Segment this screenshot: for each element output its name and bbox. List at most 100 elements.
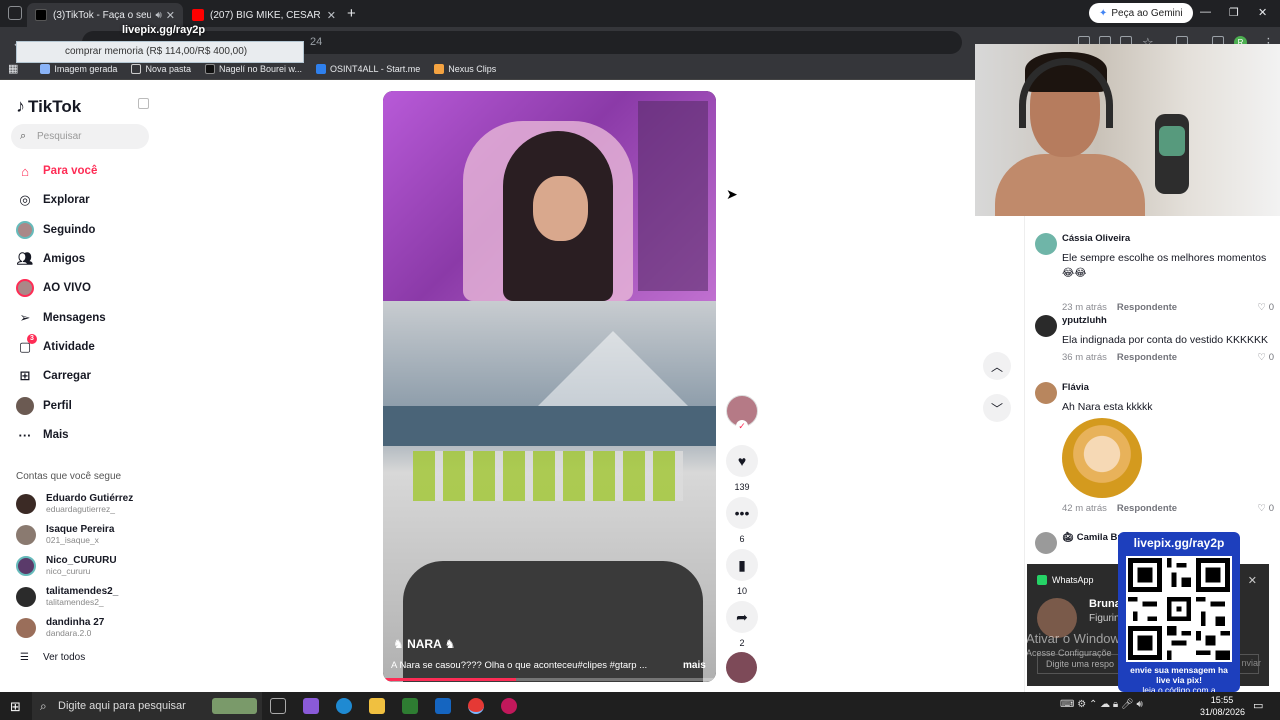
url-text: 24 — [310, 36, 323, 48]
followed-account[interactable]: talitamendes2_ talitamendes2_ — [16, 583, 118, 611]
avatar[interactable] — [1035, 382, 1057, 404]
apps-grid-icon[interactable]: ▦ — [8, 62, 18, 75]
close-window-icon[interactable]: ✕ — [1258, 6, 1267, 19]
bookmark-item[interactable]: Imagem gerada — [40, 63, 117, 74]
sidebar-item-para-voce[interactable]: ⌂ Para você — [16, 160, 97, 182]
restore-icon[interactable]: ❐ — [1229, 6, 1239, 19]
donation-goal-overlay: comprar memoria (R$ 114,00/R$ 400,00) — [16, 41, 304, 63]
file-explorer-icon[interactable] — [369, 698, 385, 714]
bookmark-item[interactable]: Nagelí no Bourei w... — [204, 63, 302, 74]
sidebar-item-amigos[interactable]: 👥︎ Amigos — [16, 248, 85, 270]
search-input[interactable]: ⌕ Pesquisar — [11, 124, 149, 149]
gemini-button[interactable]: ✦ Peça ao Gemini — [1089, 3, 1193, 23]
chrome-icon[interactable] — [468, 698, 484, 714]
obs-icon[interactable] — [501, 698, 517, 714]
avatar — [16, 618, 36, 638]
minimize-icon[interactable]: — — [1200, 6, 1211, 18]
followed-account[interactable]: Isaque Pereira 021_isaque_x — [16, 521, 114, 549]
like-button[interactable]: ♥ 139 — [726, 445, 758, 492]
avatar — [16, 556, 36, 576]
comment-author[interactable]: Cássia Oliveira — [1062, 233, 1130, 244]
avatar[interactable] — [1035, 532, 1057, 554]
bookmark-item[interactable]: OSINT4ALL - Start.me — [316, 63, 420, 74]
previous-video-button[interactable]: ︿ — [983, 352, 1011, 380]
edge-icon[interactable] — [336, 698, 352, 714]
outlook-icon[interactable] — [435, 698, 451, 714]
task-view-icon[interactable] — [270, 698, 286, 714]
avatar[interactable] — [1035, 315, 1057, 337]
close-tab-icon[interactable]: ✕ — [327, 9, 336, 22]
comment-meta: 23 m atrás Respondente ♡ 0 — [1062, 302, 1274, 313]
avatar[interactable] — [1035, 233, 1057, 255]
store-icon[interactable] — [402, 698, 418, 714]
close-tab-icon[interactable]: ✕ — [166, 9, 175, 22]
comment-item: Cássia Oliveira Ele sempre escolhe os me… — [1035, 233, 1275, 313]
share-button[interactable]: ➦ 2 — [726, 601, 758, 648]
upload-icon: ⊞ — [19, 368, 31, 383]
send-icon: ➢ — [19, 310, 31, 325]
reply-button[interactable]: Respondente — [1117, 352, 1177, 363]
sidebar-item-mensagens[interactable]: ➢ Mensagens — [16, 307, 106, 329]
save-button[interactable]: ▮ 10 — [726, 549, 758, 596]
comment-like-button[interactable]: ♡ 0 — [1258, 503, 1274, 514]
sidebar-item-mais[interactable]: ··· Mais — [16, 424, 69, 446]
notifications-icon[interactable]: ▭ — [1253, 699, 1263, 712]
windows-start-icon[interactable]: ⊞ — [10, 699, 21, 715]
followed-account[interactable]: Eduardo Gutiérrez eduardagutierrez_ — [16, 490, 133, 518]
sidebar-item-label: Carregar — [43, 370, 91, 382]
comment-button[interactable]: ••• 6 — [726, 497, 758, 544]
sidebar-item-perfil[interactable]: Perfil — [16, 395, 72, 417]
avatar — [16, 494, 36, 514]
reply-button[interactable]: Respondente — [1117, 302, 1177, 313]
sidebar-item-explorar[interactable]: ◎ Explorar — [16, 189, 89, 211]
video-progress-bar[interactable] — [383, 678, 716, 681]
sidebar-item-label: Mais — [43, 429, 69, 441]
followed-check-icon[interactable]: ✓ — [736, 420, 748, 432]
close-notification-icon[interactable]: ✕ — [1248, 574, 1257, 587]
collapse-sidebar-icon[interactable] — [138, 98, 149, 109]
sidebar-item-ao-vivo[interactable]: AO VIVO — [16, 277, 91, 299]
comment-author[interactable]: 🎃︎ Camila Bri — [1062, 532, 1124, 543]
bookmark-item[interactable]: Nova pasta — [131, 63, 191, 74]
copilot-icon[interactable] — [303, 698, 319, 714]
mouse-cursor-icon: ➤ — [726, 186, 738, 202]
sparkle-icon: ✦ — [1099, 7, 1108, 19]
tab-youtube[interactable]: (207) BIG MIKE, CESAR E BARR ✕ — [184, 3, 344, 27]
bookmark-item[interactable]: Nexus Clips — [434, 63, 496, 74]
video-player[interactable]: ♞ NARA ♞ A Nara se casou???? Olha o que … — [383, 91, 716, 682]
caption-more-link[interactable]: mais — [683, 660, 706, 671]
tab-list-icon[interactable] — [8, 6, 22, 20]
scene-sea — [383, 406, 716, 446]
video-username[interactable]: ♞ NARA ♞ — [393, 637, 455, 651]
new-tab-icon[interactable]: + — [347, 5, 356, 22]
comment-like-button[interactable]: ♡ 0 — [1258, 302, 1274, 313]
next-video-button[interactable]: ﹀ — [983, 394, 1011, 422]
list-icon: ☰ — [20, 652, 29, 663]
sound-avatar[interactable] — [726, 652, 757, 683]
search-icon: ⌕ — [40, 699, 47, 713]
bookmark-favicon-icon — [316, 63, 327, 74]
comment-like-button[interactable]: ♡ 0 — [1258, 352, 1274, 363]
activate-windows-watermark: Ativar o Window Acesse Configuraçõe — [1026, 631, 1120, 659]
sidebar-item-carregar[interactable]: ⊞ Carregar — [16, 365, 91, 387]
tiktok-logo[interactable]: ♪ TikTok — [16, 96, 81, 117]
qr-title: livepix.gg/ray2p — [1133, 536, 1225, 550]
speaker-icon[interactable]: 🔊︎ — [155, 10, 161, 21]
video-caption: A Nara se casou???? Olha o que aconteceu… — [391, 660, 648, 671]
taskbar-clock[interactable]: 15:55 31/08/2026 — [1200, 694, 1245, 718]
sidebar-item-seguindo[interactable]: Seguindo — [16, 219, 95, 241]
system-tray[interactable]: ⌨︎ ⚙︎ ⌃ ☁︎ 🔒︎ 🎤︎ 🔊︎ — [1060, 699, 1143, 710]
followed-account[interactable]: Nico_CURURU nico_cururu — [16, 552, 117, 580]
sidebar-item-atividade[interactable]: ▢ 3 Atividade — [16, 334, 95, 358]
live-avatar-icon — [16, 279, 34, 297]
friends-icon: 👥︎ — [16, 251, 34, 266]
reply-button[interactable]: Respondente — [1117, 503, 1177, 514]
comment-time: 42 m atrás — [1062, 503, 1107, 514]
avatar — [16, 587, 36, 607]
comment-author[interactable]: Flávia — [1062, 382, 1089, 393]
comment-author[interactable]: yputzluhh — [1062, 315, 1107, 326]
notification-send-button[interactable]: nviar — [1241, 658, 1261, 668]
followed-account[interactable]: dandinha 27 dandara.2.0 — [16, 614, 104, 642]
windows-taskbar: ⊞ ⌕ Digite aqui para pesquisar ⌨︎ ⚙︎ ⌃ ☁… — [0, 692, 1280, 720]
see-all-following-link[interactable]: ☰ Ver todos — [20, 652, 85, 663]
